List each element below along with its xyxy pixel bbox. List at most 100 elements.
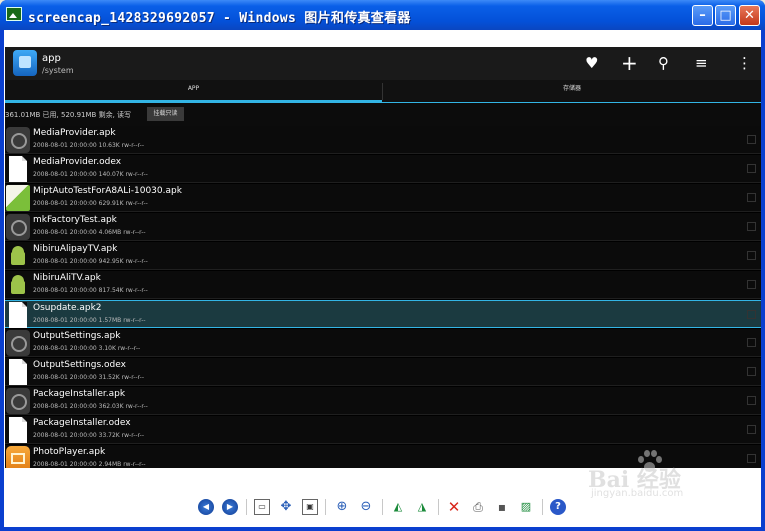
rotate-clockwise-button[interactable]: ◭ — [390, 499, 406, 515]
baidu-watermark: Bai 经验 jingyan.baidu.com — [588, 450, 738, 510]
file-details: 2008-08-01 20:00:00 4.06MB rw-r--r-- — [33, 229, 146, 236]
previous-image-button[interactable]: ◀ — [198, 499, 214, 515]
file-name: MediaProvider.apk — [33, 128, 116, 138]
next-image-button[interactable]: ▶ — [222, 499, 238, 515]
actual-size-button[interactable]: ✥ — [278, 499, 294, 515]
file-name: OutputSettings.apk — [33, 331, 121, 341]
favorite-icon[interactable]: ♥ — [585, 54, 598, 72]
file-name: NibiruAliTV.apk — [33, 273, 101, 283]
document-file-icon — [9, 156, 27, 182]
close-button[interactable]: ✕ — [739, 5, 760, 26]
storage-usage-text: 361.01MB 已用, 520.91MB 剩余, 读写 — [5, 111, 132, 119]
file-name: PhotoPlayer.apk — [33, 447, 106, 457]
photo-player-icon — [6, 446, 30, 468]
file-details: 2008-08-01 20:00:00 3.10K rw-r--r-- — [33, 345, 141, 352]
file-name: mkFactoryTest.apk — [33, 215, 117, 225]
test-app-icon — [6, 185, 30, 211]
slideshow-button[interactable]: ▣ — [302, 499, 318, 515]
minimize-button[interactable]: – — [692, 5, 713, 26]
file-name: MediaProvider.odex — [33, 157, 122, 167]
file-name: NibiruAlipayTV.apk — [33, 244, 118, 254]
window-title: screencap_1428329692057 - Windows 图片和传真查… — [28, 11, 411, 26]
document-file-icon — [9, 302, 27, 328]
toolbar-separator — [382, 499, 383, 515]
file-details: 2008-08-01 20:00:00 362.03K rw-r--r-- — [33, 403, 148, 410]
maximize-button[interactable]: □ — [715, 5, 736, 26]
settings-app-icon — [6, 330, 30, 356]
file-manager-app-icon[interactable] — [13, 50, 37, 76]
search-icon[interactable]: ⚲ — [658, 54, 669, 72]
toolbar-separator — [246, 499, 247, 515]
image-viewer-icon — [6, 7, 22, 21]
file-name: OutputSettings.odex — [33, 360, 126, 370]
file-row[interactable]: OutputSettings.odex 2008-08-01 20:00:00 3… — [5, 358, 761, 386]
overflow-menu-icon[interactable]: ⋮ — [737, 54, 752, 72]
file-name: PackageInstaller.odex — [33, 418, 131, 428]
file-details: 2008-08-01 20:00:00 942.95K rw-r--r-- — [33, 258, 148, 265]
select-checkbox[interactable] — [747, 396, 756, 405]
select-checkbox[interactable] — [747, 454, 756, 463]
file-details: 2008-08-01 20:00:00 10.63K rw-r--r-- — [33, 142, 145, 149]
action-bar: app /system ♥ + ⚲ ≡ ⋮ — [5, 47, 761, 80]
file-details: 2008-08-01 20:00:00 31.52K rw-r--r-- — [33, 374, 145, 381]
save-button[interactable]: ▪ — [494, 499, 510, 515]
file-details: 2008-08-01 20:00:00 1.57MB rw-r--r-- — [33, 317, 146, 324]
file-row[interactable]: mkFactoryTest.apk 2008-08-01 20:00:00 4.0… — [5, 213, 761, 241]
sort-icon[interactable]: ≡ — [695, 54, 708, 72]
rotate-counterclockwise-button[interactable]: ◮ — [414, 499, 430, 515]
select-checkbox[interactable] — [747, 193, 756, 202]
file-details: 2008-08-01 20:00:00 629.91K rw-r--r-- — [33, 200, 148, 207]
file-row[interactable]: Osupdate.apk2 2008-08-01 20:00:00 1.57MB … — [5, 300, 761, 328]
add-icon[interactable]: + — [621, 53, 638, 73]
delete-button[interactable]: ✕ — [446, 499, 462, 515]
file-name: Osupdate.apk2 — [33, 303, 102, 313]
best-fit-button[interactable]: ▭ — [254, 499, 270, 515]
file-name: MiptAutoTestForA8ALi-10030.apk — [33, 186, 182, 196]
select-checkbox[interactable] — [747, 135, 756, 144]
file-details: 2008-08-01 20:00:00 33.72K rw-r--r-- — [33, 432, 145, 439]
file-row[interactable]: OutputSettings.apk 2008-08-01 20:00:00 3.… — [5, 329, 761, 357]
select-checkbox[interactable] — [747, 251, 756, 260]
storage-status-bar: 361.01MB 已用, 520.91MB 剩余, 读写 挂载只读 — [5, 103, 761, 126]
select-checkbox[interactable] — [747, 310, 756, 319]
file-row[interactable]: MediaProvider.odex 2008-08-01 20:00:00 14… — [5, 155, 761, 183]
select-checkbox[interactable] — [747, 222, 756, 231]
select-checkbox[interactable] — [747, 338, 756, 347]
android-app-icon — [6, 272, 30, 298]
zoom-in-button[interactable]: ⊕ — [334, 499, 350, 515]
select-checkbox[interactable] — [747, 425, 756, 434]
file-details: 2008-08-01 20:00:00 2.94MB rw-r--r-- — [33, 461, 146, 468]
screenshot-image: app /system ♥ + ⚲ ≡ ⋮ APP 存储器 361.01MB 已… — [5, 47, 761, 468]
document-file-icon — [9, 417, 27, 443]
file-list: MediaProvider.apk 2008-08-01 20:00:00 10.… — [5, 126, 761, 468]
zoom-out-button[interactable]: ⊖ — [358, 499, 374, 515]
title-bar[interactable]: screencap_1428329692057 - Windows 图片和传真查… — [0, 0, 765, 30]
file-row[interactable]: PackageInstaller.odex 2008-08-01 20:00:00… — [5, 416, 761, 444]
file-row[interactable]: NibiruAlipayTV.apk 2008-08-01 20:00:00 94… — [5, 242, 761, 270]
file-row[interactable]: NibiruAliTV.apk 2008-08-01 20:00:00 817.5… — [5, 271, 761, 299]
select-checkbox[interactable] — [747, 280, 756, 289]
settings-app-icon — [6, 127, 30, 153]
toolbar-separator — [438, 499, 439, 515]
file-row[interactable]: MiptAutoTestForA8ALi-10030.apk 2008-08-01… — [5, 184, 761, 212]
file-details: 2008-08-01 20:00:00 817.54K rw-r--r-- — [33, 287, 148, 294]
tab-storage[interactable]: 存储器 — [383, 80, 761, 103]
file-name: PackageInstaller.apk — [33, 389, 126, 399]
tab-bar: APP 存储器 — [5, 80, 761, 103]
select-checkbox[interactable] — [747, 367, 756, 376]
edit-image-button[interactable]: ▨ — [518, 499, 534, 515]
mount-readonly-button[interactable]: 挂载只读 — [147, 107, 184, 121]
help-button[interactable]: ? — [550, 499, 566, 515]
toolbar-separator — [325, 499, 326, 515]
folder-path: /system — [42, 66, 74, 75]
file-row[interactable]: PackageInstaller.apk 2008-08-01 20:00:00 … — [5, 387, 761, 415]
toolbar-separator — [542, 499, 543, 515]
watermark-url: jingyan.baidu.com — [591, 488, 684, 499]
settings-app-icon — [6, 214, 30, 240]
file-details: 2008-08-01 20:00:00 140.07K rw-r--r-- — [33, 171, 148, 178]
android-app-icon — [6, 243, 30, 269]
print-button[interactable]: ⎙ — [470, 499, 486, 515]
file-row[interactable]: MediaProvider.apk 2008-08-01 20:00:00 10.… — [5, 126, 761, 154]
folder-title: app — [42, 53, 61, 64]
select-checkbox[interactable] — [747, 164, 756, 173]
